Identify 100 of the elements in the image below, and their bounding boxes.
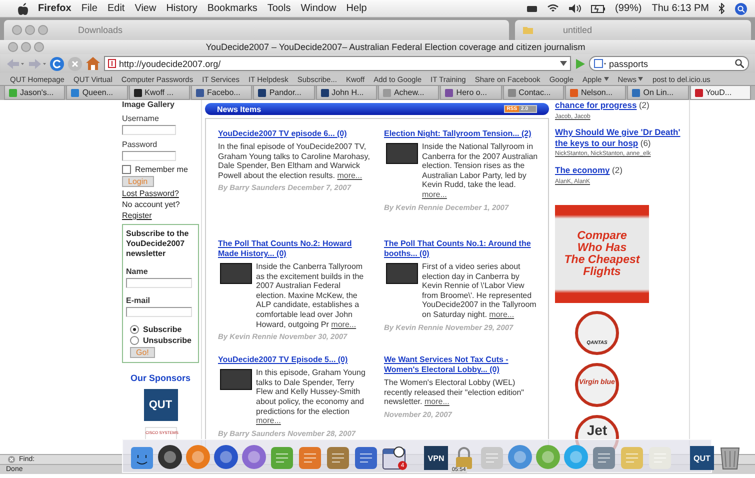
app-icon[interactable] (157, 444, 183, 470)
field-label: Username (122, 114, 160, 123)
browser-tab[interactable]: Hero o... (440, 86, 502, 100)
more-link[interactable]: more... (422, 190, 447, 199)
no-account-text: No account yet? (122, 200, 181, 209)
password-field[interactable] (122, 151, 176, 161)
browser-tab[interactable]: Jason's... (4, 86, 66, 100)
more-link[interactable]: more... (331, 320, 356, 329)
calendar-icon[interactable] (382, 446, 406, 470)
more-link[interactable]: more... (424, 397, 450, 406)
menu-item[interactable]: Window (300, 3, 336, 14)
news-summary: First of a video series about election day in Canberra by Kevin Rennie of \'Labor View from Broome\'. He represented YouDecide2007 in the Tallyroom on Saturday night. more... (422, 262, 538, 320)
stop-icon (68, 56, 82, 70)
browser-tab[interactable]: YouD... (690, 86, 751, 100)
email-field[interactable] (126, 307, 192, 317)
more-link[interactable]: more... (489, 310, 514, 319)
news-heading: News Items (217, 104, 262, 114)
folder-icon (523, 26, 533, 34)
video-thumbnail[interactable] (220, 369, 252, 390)
menu-item[interactable]: Bookmarks (207, 3, 258, 14)
magnifier-icon (735, 59, 744, 68)
radio-label: Subscribe (143, 325, 182, 334)
username-field[interactable] (122, 125, 176, 135)
browser-tab[interactable]: Nelson... (564, 86, 626, 100)
browser-tab[interactable]: Kwoff ... (128, 86, 190, 100)
topic-entry[interactable]: chance for progress (2) (555, 100, 686, 111)
window-title: YouDecide2007 – YouDecide2007– Australian Federal Election coverage and citizen journalism (204, 42, 586, 52)
video-thumbnail[interactable] (386, 143, 418, 164)
more-link[interactable]: more... (256, 416, 281, 426)
battery-percentage: (99%) (615, 3, 642, 14)
browser-tab[interactable]: Achew... (378, 86, 440, 100)
forward-icon (28, 58, 46, 70)
window-controls[interactable] (8, 42, 44, 52)
browser-tab[interactable]: Contac... (502, 86, 564, 100)
news-title-link[interactable]: The Poll That Counts No.1: Around the booths... (0) (384, 239, 538, 259)
search-engine-icon (594, 59, 606, 68)
news-summary: The Women's Electoral Lobby (WEL) recently released their "election edition" newsletter. more... (384, 378, 525, 407)
home-icon (86, 57, 100, 70)
sponsors-heading: Our Sponsors (129, 373, 192, 383)
news-summary: Inside the National Tallyroom in Canberra for the 2007 Australian election. Tension rises as the Australian Labor Party, led by Kevin Rudd, take the lead. more... (422, 142, 538, 200)
window-title: Downloads (78, 25, 123, 35)
checkbox-label: Remember me (135, 165, 188, 174)
name-field[interactable] (126, 278, 192, 288)
video-thumbnail[interactable] (386, 263, 418, 284)
qut-folder-icon[interactable]: VPN (424, 446, 448, 470)
app-icon[interactable] (354, 446, 378, 470)
app-icon[interactable] (213, 444, 239, 470)
more-link[interactable]: more... (337, 170, 362, 180)
menu-item[interactable]: View (134, 3, 156, 14)
menu-item[interactable]: File (81, 3, 98, 14)
menubar-clock[interactable]: Thu 6:13 PM (652, 3, 709, 14)
radio-button[interactable] (130, 336, 139, 345)
face-icon[interactable] (130, 446, 154, 470)
address-bar[interactable]: http://youdecide2007.org/ (104, 56, 571, 71)
ad-text: Who Has (577, 242, 627, 254)
menu-item[interactable]: Help (346, 3, 367, 14)
menu-item[interactable]: Tools (267, 3, 291, 14)
news-title-link[interactable]: YouDecide2007 TV Episode 5... (0) (218, 355, 372, 366)
window-title: untitled (563, 25, 592, 35)
reload-icon (50, 56, 64, 70)
volume-icon (569, 4, 582, 13)
apple-icon (18, 2, 28, 14)
browser-tab[interactable]: Facebo... (190, 86, 252, 100)
sponsor-logo[interactable]: QUT (144, 389, 178, 421)
news-title-link[interactable]: The Poll That Counts No.2: Howard Made History... (0) (218, 239, 372, 259)
register-link[interactable]: Register (122, 211, 199, 220)
battery-icon (591, 4, 606, 12)
close-icon (8, 456, 15, 463)
ad-text: The Cheapest (564, 254, 640, 266)
app-menu[interactable]: Firefox (38, 3, 72, 14)
browser-tab[interactable]: On Lin... (627, 86, 689, 100)
topic-entry[interactable]: The economy (2) (555, 165, 686, 176)
ad-text: Flights (583, 266, 621, 278)
padlock-icon[interactable] (453, 446, 475, 470)
display-icon (527, 4, 538, 12)
menu-item[interactable]: History (166, 3, 198, 14)
news-title-link[interactable]: YouDecide2007 TV episode 6... (0) (218, 129, 372, 139)
field-label: Name (126, 267, 149, 276)
video-thumbnail[interactable] (220, 263, 252, 284)
field-label: E-mail (126, 296, 152, 305)
news-title-link[interactable]: We Want Services Not Tax Cuts - Women's Electoral Lobby... (0) (384, 355, 538, 376)
checkbox[interactable] (122, 165, 131, 174)
topic-entry[interactable]: Why Should We give 'Dr Death' the keys to our hosp (6) (555, 128, 686, 148)
browser-tab[interactable]: Pandor... (253, 86, 315, 100)
lost-password-link[interactable]: Lost Password? (122, 189, 199, 198)
site-favicon (108, 59, 116, 68)
flights-ad-banner[interactable]: Compare Who Has The Cheapest Flights (555, 205, 649, 304)
browser-tab[interactable]: Queen... (66, 86, 128, 100)
news-summary: In this episode, Graham Young talks to Dale Spender, Terry Flew and Kelly Hussey-Smith about policy, the economy and predictions for the election more... (256, 368, 366, 426)
menu-item[interactable]: Edit (107, 3, 125, 14)
search-field[interactable]: passports (589, 56, 749, 71)
qut-folder-icon[interactable]: QUT (690, 446, 714, 470)
go-icon (575, 58, 585, 68)
news-title-link[interactable]: Election Night: Tallyroom Tension... (2) (384, 129, 538, 139)
back-icon (6, 58, 24, 70)
window-controls[interactable] (12, 25, 48, 35)
radio-button[interactable] (130, 325, 139, 334)
radio-label: Unsubscribe (143, 336, 192, 345)
browser-tab[interactable]: John H... (316, 86, 377, 100)
search-icon (735, 2, 747, 14)
